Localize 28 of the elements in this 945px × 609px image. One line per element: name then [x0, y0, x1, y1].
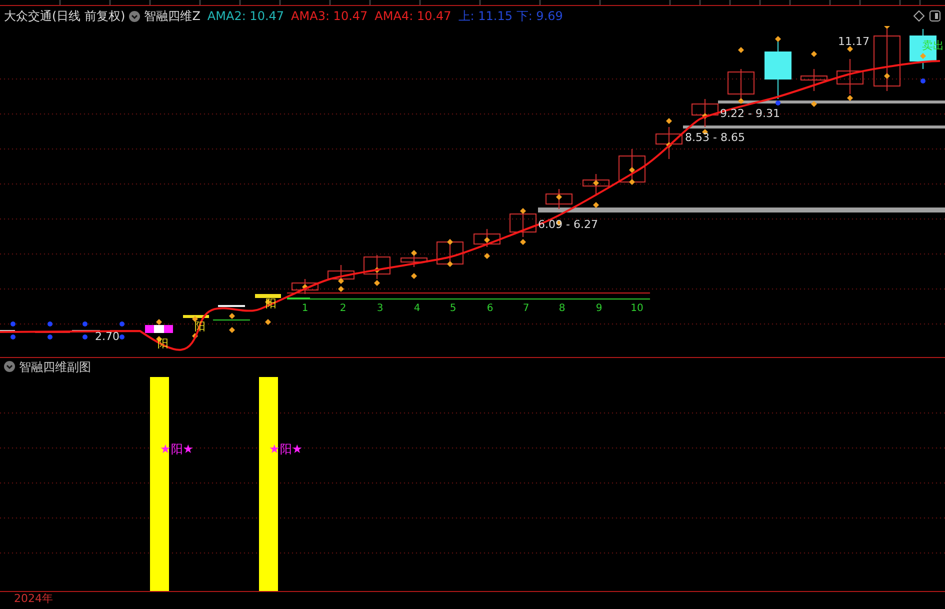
count-label: 7: [522, 303, 530, 314]
price-label: 6.09 - 6.27: [538, 218, 598, 231]
collapse-icon[interactable]: [129, 10, 140, 22]
count-label: 1: [302, 303, 308, 314]
count-label: 3: [376, 303, 384, 314]
indicator-value: AMA3: 10.47: [291, 8, 368, 25]
indicator-value: AMA2: 10.47: [207, 8, 284, 25]
count-label: 10: [630, 303, 644, 314]
count-label: 4: [414, 303, 420, 314]
indicator-value: 上: 11.15 下: 9.69: [458, 8, 563, 25]
collapse-icon[interactable]: [4, 361, 15, 372]
price-label: 9.22 - 9.31: [720, 107, 780, 120]
price-label: 2.70: [95, 330, 120, 343]
yang-mark: 阳: [266, 297, 276, 310]
panel-icon[interactable]: [929, 10, 941, 22]
count-label: 2: [340, 303, 346, 314]
price-label: 11.17: [838, 35, 870, 48]
diamond-icon[interactable]: [913, 10, 925, 22]
count-label: 5: [450, 303, 456, 314]
count-label: 8: [558, 303, 566, 314]
price-label: 8.53 - 8.65: [685, 131, 745, 144]
count-label: 9: [596, 303, 602, 314]
year-label: 2024年: [14, 592, 53, 605]
count-label: 6: [486, 303, 494, 314]
subchart-title: 智融四维副图: [19, 358, 91, 376]
indicator-name: 智融四维Z: [144, 8, 200, 25]
indicator-value: AMA4: 10.47: [374, 8, 452, 25]
stock-title: 大众交通(日线 前复权): [4, 8, 126, 25]
